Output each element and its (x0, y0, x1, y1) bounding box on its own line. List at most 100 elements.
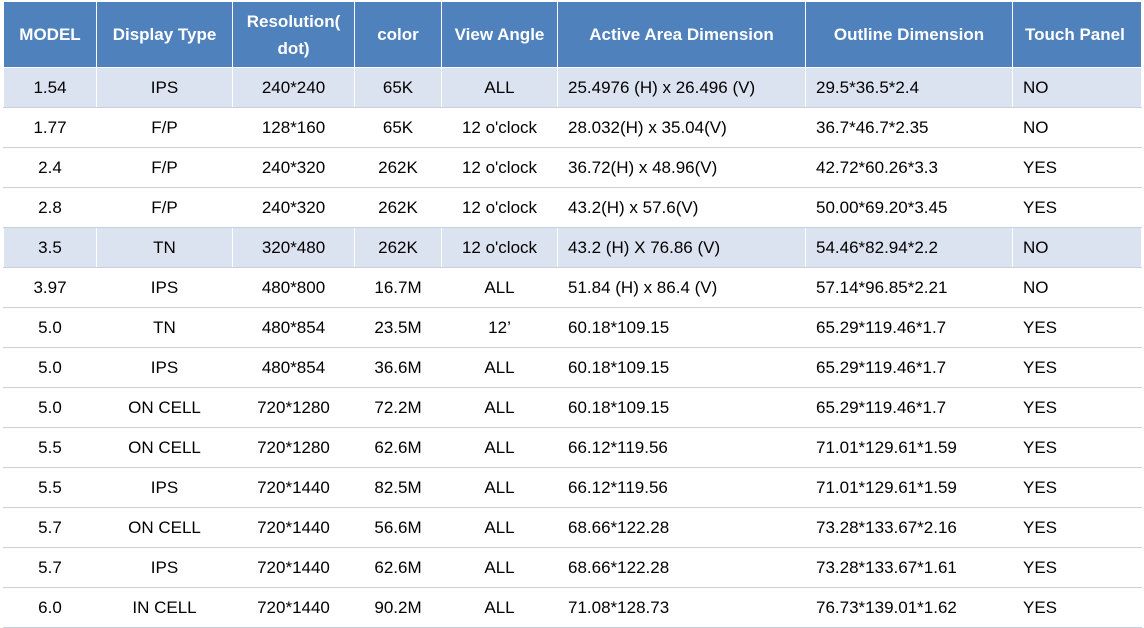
cell-view-angle: ALL (441, 467, 558, 508)
cell-model: 5.7 (3, 507, 97, 548)
cell-display-type: F/P (96, 107, 233, 148)
cell-color: 65K (354, 67, 442, 108)
header-resolution: Resolution( dot) (232, 1, 355, 68)
cell-outline: 71.01*129.61*1.59 (805, 467, 1013, 508)
cell-display-type: IPS (96, 467, 233, 508)
cell-view-angle: ALL (441, 547, 558, 588)
cell-view-angle: ALL (441, 427, 558, 468)
cell-touch-panel: YES (1012, 587, 1142, 628)
cell-outline: 73.28*133.67*1.61 (805, 547, 1013, 588)
cell-display-type: IN CELL (96, 587, 233, 628)
header-model: MODEL (3, 1, 97, 68)
cell-outline: 65.29*119.46*1.7 (805, 387, 1013, 428)
header-touch-panel: Touch Panel (1012, 1, 1142, 68)
cell-view-angle: 12 o'clock (441, 147, 558, 188)
cell-color: 82.5M (354, 467, 442, 508)
cell-resolution: 240*320 (232, 147, 355, 188)
cell-touch-panel: YES (1012, 307, 1142, 348)
table-row: 3.5 TN 320*480 262K 12 o'clock 43.2 (H) X 76.… (3, 227, 1142, 268)
cell-outline: 54.46*82.94*2.2 (805, 227, 1013, 268)
cell-model: 6.0 (3, 587, 97, 628)
table-row: 5.0 TN 480*854 23.5M 12’ 60.18*109.15 65.29*11… (3, 307, 1142, 348)
cell-model: 2.8 (3, 187, 97, 228)
table-row: 5.7 IPS 720*1440 62.6M ALL 68.66*122.28 73.28*… (3, 547, 1142, 588)
cell-display-type: TN (96, 227, 233, 268)
cell-active-area: 60.18*109.15 (557, 387, 806, 428)
cell-color: 36.6M (354, 347, 442, 388)
cell-color: 262K (354, 187, 442, 228)
cell-resolution: 480*854 (232, 347, 355, 388)
cell-display-type: IPS (96, 267, 233, 308)
cell-view-angle: 12 o'clock (441, 227, 558, 268)
cell-view-angle: 12 o'clock (441, 107, 558, 148)
header-active-area: Active Area Dimension (557, 1, 806, 68)
cell-touch-panel: YES (1012, 387, 1142, 428)
cell-display-type: F/P (96, 187, 233, 228)
cell-model: 5.5 (3, 427, 97, 468)
cell-color: 16.7M (354, 267, 442, 308)
cell-display-type: IPS (96, 67, 233, 108)
cell-outline: 29.5*36.5*2.4 (805, 67, 1013, 108)
cell-model: 5.5 (3, 467, 97, 508)
cell-touch-panel: NO (1012, 227, 1142, 268)
cell-active-area: 43.2(H) x 57.6(V) (557, 187, 806, 228)
cell-touch-panel: YES (1012, 507, 1142, 548)
cell-model: 5.7 (3, 547, 97, 588)
cell-outline: 65.29*119.46*1.7 (805, 347, 1013, 388)
cell-active-area: 28.032(H) x 35.04(V) (557, 107, 806, 148)
header-outline: Outline Dimension (805, 1, 1013, 68)
cell-model: 5.0 (3, 307, 97, 348)
cell-touch-panel: NO (1012, 67, 1142, 108)
table-row: 5.0 ON CELL 720*1280 72.2M ALL 60.18*109.15 65… (3, 387, 1142, 428)
cell-model: 5.0 (3, 347, 97, 388)
cell-resolution: 240*240 (232, 67, 355, 108)
cell-outline: 50.00*69.20*3.45 (805, 187, 1013, 228)
cell-model: 3.5 (3, 227, 97, 268)
cell-active-area: 71.08*128.73 (557, 587, 806, 628)
cell-view-angle: 12 o'clock (441, 187, 558, 228)
table-row: 1.54 IPS 240*240 65K ALL 25.4976 (H) x 26.496… (3, 67, 1142, 108)
cell-resolution: 720*1280 (232, 387, 355, 428)
cell-resolution: 320*480 (232, 227, 355, 268)
cell-resolution: 128*160 (232, 107, 355, 148)
cell-touch-panel: YES (1012, 347, 1142, 388)
cell-active-area: 60.18*109.15 (557, 307, 806, 348)
table-row: 5.7 ON CELL 720*1440 56.6M ALL 68.66*122.28 73… (3, 507, 1142, 548)
cell-outline: 57.14*96.85*2.21 (805, 267, 1013, 308)
table-row: 5.0 IPS 480*854 36.6M ALL 60.18*109.15 65.29*1… (3, 347, 1142, 388)
cell-resolution: 720*1440 (232, 547, 355, 588)
header-row: MODEL Display Type Resolution( dot) colo… (3, 1, 1142, 68)
cell-active-area: 60.18*109.15 (557, 347, 806, 388)
cell-display-type: IPS (96, 547, 233, 588)
cell-view-angle: ALL (441, 587, 558, 628)
cell-color: 90.2M (354, 587, 442, 628)
header-display-type: Display Type (96, 1, 233, 68)
cell-color: 62.6M (354, 427, 442, 468)
cell-view-angle: ALL (441, 267, 558, 308)
cell-view-angle: ALL (441, 347, 558, 388)
cell-color: 23.5M (354, 307, 442, 348)
cell-outline: 65.29*119.46*1.7 (805, 307, 1013, 348)
table-row: 2.4 F/P 240*320 262K 12 o'clock 36.72(H) x 48… (3, 147, 1142, 188)
cell-active-area: 66.12*119.56 (557, 467, 806, 508)
cell-model: 2.4 (3, 147, 97, 188)
cell-touch-panel: NO (1012, 267, 1142, 308)
cell-color: 56.6M (354, 507, 442, 548)
cell-model: 1.54 (3, 67, 97, 108)
display-spec-table: MODEL Display Type Resolution( dot) colo… (3, 1, 1142, 628)
cell-model: 1.77 (3, 107, 97, 148)
cell-color: 65K (354, 107, 442, 148)
cell-touch-panel: YES (1012, 427, 1142, 468)
cell-active-area: 43.2 (H) X 76.86 (V) (557, 227, 806, 268)
cell-resolution: 480*854 (232, 307, 355, 348)
cell-touch-panel: YES (1012, 147, 1142, 188)
table-row: 6.0 IN CELL 720*1440 90.2M ALL 71.08*128.73 76… (3, 587, 1142, 628)
table-row: 1.77 F/P 128*160 65K 12 o'clock 28.032(H) x 3… (3, 107, 1142, 148)
cell-active-area: 25.4976 (H) x 26.496 (V) (557, 67, 806, 108)
header-view-angle: View Angle (441, 1, 558, 68)
cell-color: 62.6M (354, 547, 442, 588)
cell-active-area: 66.12*119.56 (557, 427, 806, 468)
cell-resolution: 480*800 (232, 267, 355, 308)
cell-color: 262K (354, 147, 442, 188)
cell-model: 3.97 (3, 267, 97, 308)
